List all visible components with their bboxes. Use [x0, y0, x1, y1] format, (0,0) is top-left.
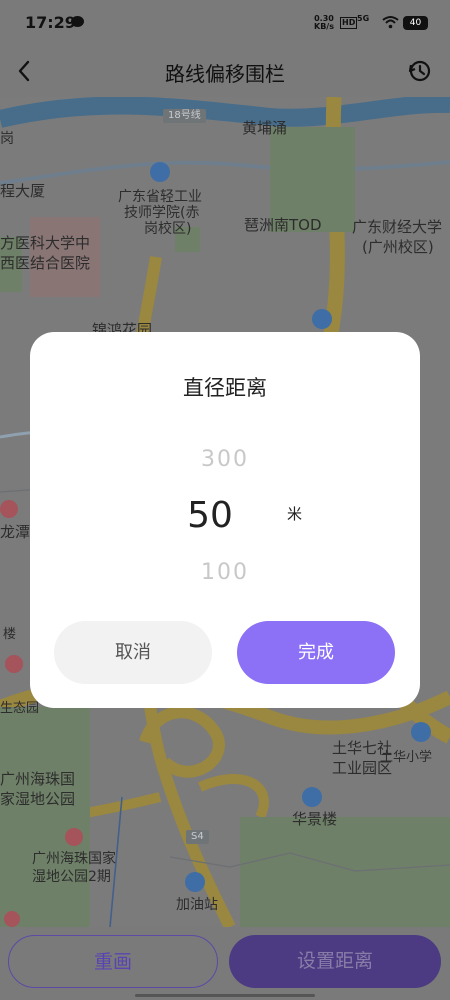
- picker-option-above[interactable]: 300: [30, 447, 420, 472]
- chat-icon: [71, 16, 84, 27]
- app-bar: 路线偏移围栏: [0, 46, 450, 97]
- page-title: 路线偏移围栏: [165, 62, 285, 86]
- map-label: 土华小学: [380, 750, 433, 765]
- map-label: 方医科大学中: [0, 234, 91, 252]
- 5g-signal-label: 5G: [357, 14, 370, 23]
- road-badge: S4: [186, 830, 209, 844]
- map-label: 华景楼: [292, 810, 338, 828]
- map-label: 楼: [3, 627, 17, 642]
- map-label: 家湿地公园: [0, 790, 76, 808]
- map-label: 西医结合医院: [0, 254, 91, 272]
- map-label: 琶洲南TOD: [244, 216, 322, 234]
- road-badge: 18号线: [163, 109, 206, 123]
- redraw-button[interactable]: 重画: [8, 935, 218, 988]
- cancel-button[interactable]: 取消: [54, 621, 212, 684]
- battery-indicator: 40: [403, 16, 428, 30]
- picker-selected-value[interactable]: 50: [30, 495, 390, 536]
- wifi-icon: [382, 16, 399, 29]
- status-time: 17:29: [25, 13, 76, 32]
- map-label: 岗校区): [144, 221, 192, 237]
- dialog-title: 直径距离: [183, 376, 267, 400]
- set-distance-button[interactable]: 设置距离: [229, 935, 441, 988]
- picker-option-below[interactable]: 100: [30, 560, 420, 585]
- network-speed-unit: KB/s: [314, 22, 334, 31]
- home-indicator[interactable]: [135, 994, 315, 997]
- map-label: (广州校区): [362, 238, 434, 256]
- distance-unit: 米: [287, 505, 303, 523]
- bottom-action-bar: 重画 设置距离: [0, 927, 450, 1000]
- distance-picker-dialog: 直径距离 300 50 米 100 取消 完成: [30, 332, 420, 708]
- map-label: 广州海珠国家: [32, 851, 116, 867]
- status-bar: 17:29 0.30 KB/s HD 5G 40: [0, 0, 450, 46]
- map-label: 生态园: [0, 701, 40, 716]
- map-label: 湿地公园2期: [32, 869, 111, 885]
- hd-badge: HD: [340, 17, 358, 29]
- done-button[interactable]: 完成: [237, 621, 395, 684]
- map-label: 黄埔涌: [242, 119, 288, 137]
- network-speed: 0.30 KB/s: [314, 15, 334, 31]
- map-label: 程大厦: [0, 182, 46, 200]
- map-label: 广东财经大学: [352, 218, 443, 236]
- map-label: 龙潭: [0, 523, 31, 541]
- map-label: 加油站: [176, 897, 218, 913]
- history-clock-icon[interactable]: [405, 56, 435, 86]
- map-label: 岗: [0, 131, 14, 147]
- map-label: 广州海珠国: [0, 770, 76, 788]
